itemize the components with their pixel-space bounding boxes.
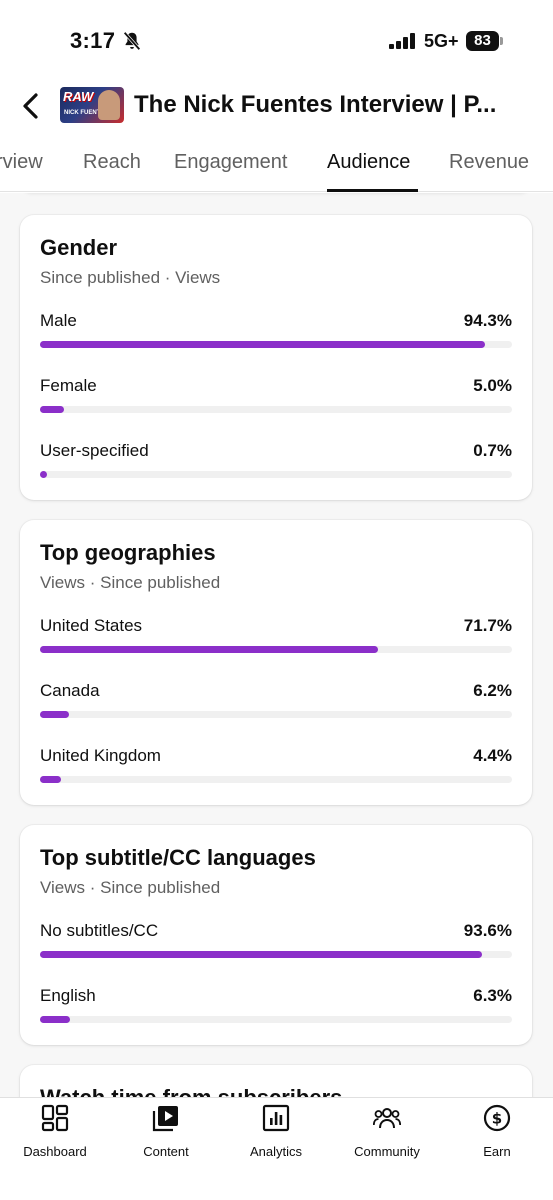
bar-fill bbox=[40, 1016, 70, 1023]
bar-track bbox=[40, 341, 512, 348]
list-item: Male 94.3% bbox=[40, 311, 512, 361]
nav-label: Community bbox=[354, 1144, 420, 1159]
battery-cap bbox=[500, 37, 503, 45]
thumbnail-text: RAW bbox=[63, 89, 94, 104]
row-label: United States bbox=[40, 616, 143, 635]
row-label: No subtitles/CC bbox=[40, 921, 159, 940]
battery-level: 83 bbox=[466, 31, 499, 51]
nav-label: Content bbox=[143, 1144, 189, 1159]
bell-off-icon bbox=[123, 31, 141, 51]
subtitles-card: Top subtitle/CC languages Views · Since … bbox=[20, 825, 532, 1045]
tab-engagement[interactable]: Engagement bbox=[174, 151, 287, 174]
row-label: United Kingdom bbox=[40, 746, 161, 765]
row-value: 94.3% bbox=[463, 311, 512, 330]
nav-label: Dashboard bbox=[23, 1144, 87, 1159]
geographies-card: Top geographies Views · Since published … bbox=[20, 520, 532, 805]
tab-revenue[interactable]: Revenue bbox=[449, 151, 529, 174]
bar-fill bbox=[40, 471, 47, 478]
tab-bar: rview Reach Engagement Audience Revenue bbox=[0, 140, 553, 192]
dashboard-icon bbox=[41, 1104, 69, 1132]
bar-track bbox=[40, 406, 512, 413]
row-value: 0.7% bbox=[473, 441, 512, 460]
bottom-nav: Dashboard Content Analytics Community $ … bbox=[0, 1097, 553, 1200]
signal-icon bbox=[389, 33, 415, 49]
row-value: 5.0% bbox=[473, 376, 512, 395]
card-title: Gender bbox=[40, 235, 118, 260]
row-value: 6.2% bbox=[473, 681, 512, 700]
video-thumbnail: RAW NICK FUENTES bbox=[60, 87, 124, 123]
bar-track bbox=[40, 951, 512, 958]
row-label: Canada bbox=[40, 681, 100, 700]
list-item: English 6.3% bbox=[40, 986, 512, 1036]
back-arrow-icon[interactable] bbox=[14, 86, 50, 126]
battery-indicator: 83 bbox=[466, 31, 504, 51]
row-label: Male bbox=[40, 311, 77, 330]
nav-label: Earn bbox=[483, 1144, 511, 1159]
bar-track bbox=[40, 646, 512, 653]
nav-earn[interactable]: $ Earn bbox=[447, 1104, 547, 1164]
video-title: The Nick Fuentes Interview | P... bbox=[134, 91, 497, 118]
card-title: Top geographies bbox=[40, 540, 216, 565]
network-label: 5G+ bbox=[424, 31, 459, 51]
earn-icon: $ bbox=[483, 1104, 511, 1132]
bar-fill bbox=[40, 776, 61, 783]
watch-time-card: Watch time from subscribers bbox=[20, 1065, 532, 1097]
bar-fill bbox=[40, 341, 486, 348]
tab-reach[interactable]: Reach bbox=[83, 151, 141, 174]
list-item: Canada 6.2% bbox=[40, 681, 512, 731]
status-bar: 3:17 5G+ 83 bbox=[0, 0, 553, 82]
card-title: Watch time from subscribers bbox=[40, 1085, 342, 1097]
card-title: Top subtitle/CC languages bbox=[40, 845, 316, 870]
nav-content[interactable]: Content bbox=[116, 1104, 216, 1164]
content-icon bbox=[152, 1106, 178, 1132]
row-label: Female bbox=[40, 376, 97, 395]
list-item: United States 71.7% bbox=[40, 616, 512, 666]
bar-fill bbox=[40, 711, 70, 718]
bar-fill bbox=[40, 951, 482, 958]
list-item: No subtitles/CC 93.6% bbox=[40, 921, 512, 971]
active-tab-indicator bbox=[327, 189, 418, 192]
card-subtitle: Views · Since published bbox=[40, 878, 221, 897]
nav-analytics[interactable]: Analytics bbox=[226, 1104, 326, 1164]
row-label: User-specified bbox=[40, 441, 149, 460]
row-value: 71.7% bbox=[463, 616, 512, 635]
card-subtitle: Views · Since published bbox=[40, 573, 221, 592]
bar-track bbox=[40, 776, 512, 783]
list-item: Female 5.0% bbox=[40, 376, 512, 426]
header: RAW NICK FUENTES The Nick Fuentes Interv… bbox=[0, 82, 553, 130]
tab-overview[interactable]: rview bbox=[0, 151, 43, 174]
card-subtitle: Since published · Views bbox=[40, 268, 221, 287]
status-time: 3:17 bbox=[70, 28, 116, 53]
nav-dashboard[interactable]: Dashboard bbox=[5, 1104, 105, 1164]
nav-label: Analytics bbox=[249, 1144, 303, 1159]
thumbnail-person bbox=[98, 90, 120, 120]
community-icon bbox=[373, 1108, 401, 1129]
audience-content[interactable]: Gender Since published · Views Male 94.3… bbox=[0, 193, 553, 1097]
row-value: 93.6% bbox=[463, 921, 512, 940]
list-item: United Kingdom 4.4% bbox=[40, 746, 512, 796]
bar-track bbox=[40, 1016, 512, 1023]
list-item: User-specified 0.7% bbox=[40, 441, 512, 491]
svg-text:$: $ bbox=[492, 1110, 502, 1128]
nav-community[interactable]: Community bbox=[337, 1104, 437, 1164]
row-label: English bbox=[40, 986, 96, 1005]
tab-audience[interactable]: Audience bbox=[327, 151, 410, 174]
gender-card: Gender Since published · Views Male 94.3… bbox=[20, 215, 532, 500]
bar-track bbox=[40, 711, 512, 718]
bar-fill bbox=[40, 646, 379, 653]
bar-fill bbox=[40, 406, 64, 413]
analytics-icon bbox=[262, 1104, 290, 1132]
bar-track bbox=[40, 471, 512, 478]
row-value: 4.4% bbox=[473, 746, 512, 765]
row-value: 6.3% bbox=[473, 986, 512, 1005]
